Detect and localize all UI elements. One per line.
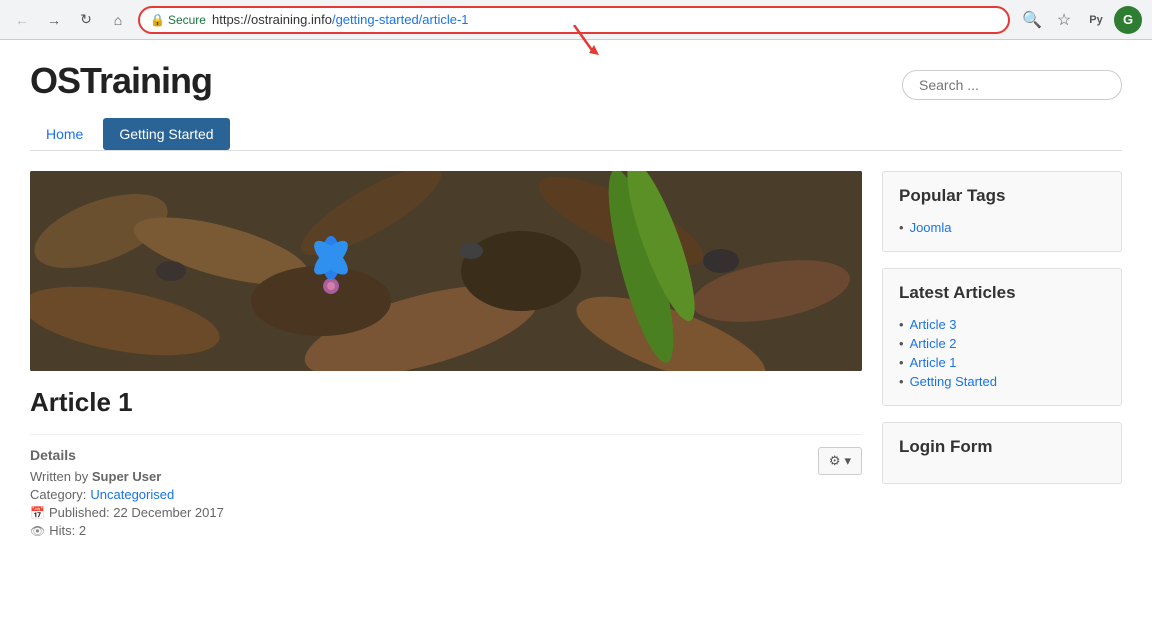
gear-dropdown-button[interactable]: ⚙ ▾	[818, 447, 862, 475]
login-form-title: Login Form	[899, 437, 1105, 457]
secure-badge: 🔒 Secure	[150, 13, 206, 27]
navigation-bar: Home Getting Started	[30, 118, 1122, 151]
published-date: Published: 22 December 2017	[49, 505, 224, 520]
forward-button[interactable]: →	[42, 8, 66, 32]
py-extension-button[interactable]: Py	[1082, 6, 1110, 34]
browser-search-button[interactable]: 🔍	[1018, 6, 1046, 34]
latest-articles-widget: Latest Articles Article 3 Article 2 Arti…	[882, 268, 1122, 406]
search-box-container	[902, 70, 1122, 100]
article-link-2[interactable]: Article 2	[910, 336, 957, 351]
popular-tags-widget: Popular Tags Joomla	[882, 171, 1122, 252]
popular-tags-list: Joomla	[899, 218, 1105, 237]
site-title: OSTraining	[30, 60, 212, 102]
tag-link-joomla[interactable]: Joomla	[910, 220, 952, 235]
home-button[interactable]: ⌂	[106, 8, 130, 32]
article-link-3[interactable]: Article 3	[910, 317, 957, 332]
article-link-1[interactable]: Article 1	[910, 355, 957, 370]
article-image	[30, 171, 862, 371]
details-left: Details Written by Super User Category: …	[30, 447, 818, 541]
nav-item-getting-started[interactable]: Getting Started	[103, 118, 229, 150]
tag-item-joomla: Joomla	[899, 218, 1105, 237]
content-area: Article 1 Details Written by Super User …	[30, 171, 862, 541]
published-row: 📅 Published: 22 December 2017	[30, 505, 818, 520]
header-area: OSTraining	[30, 60, 1122, 102]
hits-row: 👁 Hits: 2	[30, 523, 818, 538]
latest-articles-title: Latest Articles	[899, 283, 1105, 303]
article-image-svg	[30, 171, 862, 371]
gear-icon: ⚙	[829, 453, 841, 469]
article-item-3: Article 3	[899, 315, 1105, 334]
lock-icon: 🔒	[150, 13, 165, 27]
profile-button[interactable]: G	[1114, 6, 1142, 34]
calendar-icon: 📅	[30, 506, 45, 520]
author-row: Written by Super User	[30, 469, 818, 484]
url-path: /getting-started/article-1	[332, 12, 469, 27]
sidebar: Popular Tags Joomla Latest Articles Arti…	[882, 171, 1122, 541]
address-bar[interactable]: 🔒 Secure https://ostraining.info/getting…	[138, 6, 1010, 34]
category-link[interactable]: Uncategorised	[90, 487, 174, 502]
browser-actions: 🔍 ☆ Py G	[1018, 6, 1142, 34]
details-heading: Details	[30, 447, 818, 463]
back-button[interactable]: ←	[10, 8, 34, 32]
gear-dropdown-arrow: ▾	[844, 453, 851, 469]
hits-count: Hits: 2	[49, 523, 86, 538]
article-item-2: Article 2	[899, 334, 1105, 353]
secure-label: Secure	[168, 13, 206, 27]
article-item-getting-started: Getting Started	[899, 372, 1105, 391]
details-section: Details Written by Super User Category: …	[30, 447, 862, 541]
category-label: Category:	[30, 487, 86, 502]
nav-item-home[interactable]: Home	[30, 118, 99, 150]
url-domain: https://ostraining.info	[212, 12, 332, 27]
article-item-1: Article 1	[899, 353, 1105, 372]
bookmark-button[interactable]: ☆	[1050, 6, 1078, 34]
url-display: https://ostraining.info/getting-started/…	[212, 12, 998, 27]
article-title: Article 1	[30, 387, 862, 418]
main-layout: Article 1 Details Written by Super User …	[30, 171, 1122, 541]
article-image-inner	[30, 171, 862, 371]
written-by-label: Written by Super User	[30, 469, 161, 484]
popular-tags-title: Popular Tags	[899, 186, 1105, 206]
article-link-getting-started[interactable]: Getting Started	[910, 374, 997, 389]
article-divider	[30, 434, 862, 435]
browser-chrome: ← → ↻ ⌂ 🔒 Secure https://ostraining.info…	[0, 0, 1152, 40]
latest-articles-list: Article 3 Article 2 Article 1 Getting St…	[899, 315, 1105, 391]
login-form-widget: Login Form	[882, 422, 1122, 484]
search-input[interactable]	[902, 70, 1122, 100]
eye-icon: 👁	[30, 524, 45, 538]
refresh-button[interactable]: ↻	[74, 8, 98, 32]
page-wrapper: OSTraining Home Getting Started	[0, 40, 1152, 561]
author-name: Super User	[92, 469, 161, 484]
category-row: Category: Uncategorised	[30, 487, 818, 502]
